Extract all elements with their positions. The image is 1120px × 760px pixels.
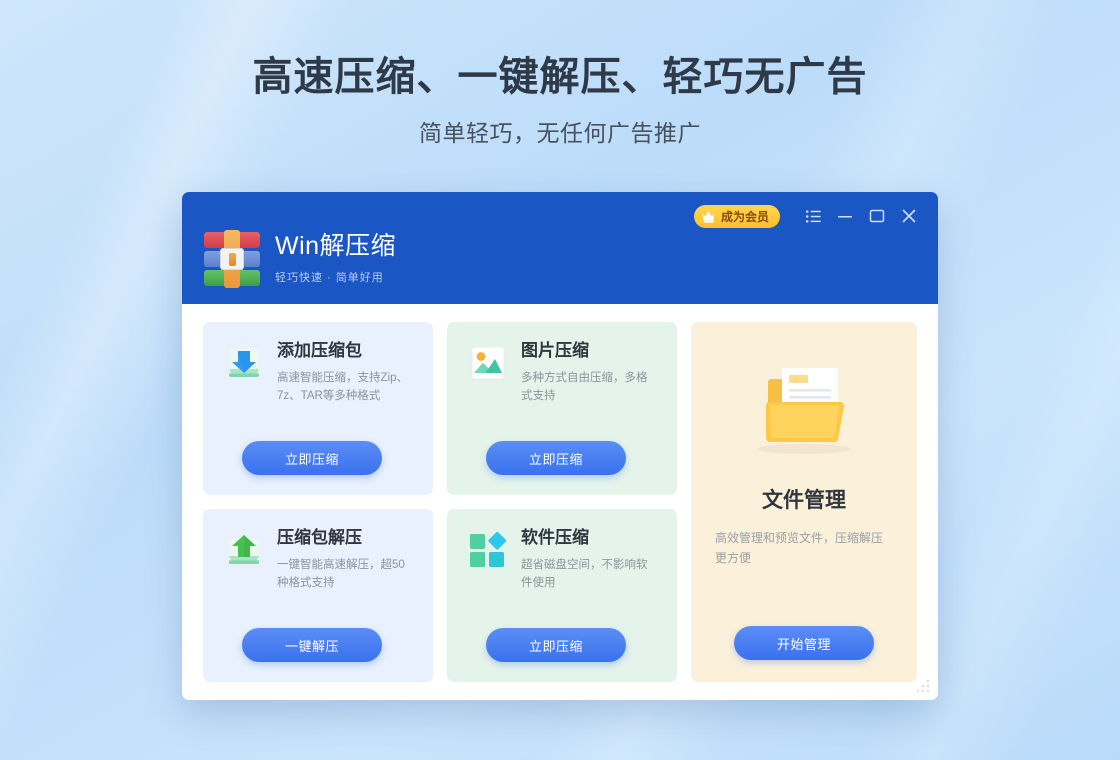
panel-file-management[interactable]: 文件管理 高效管理和预览文件，压缩解压更方便 开始管理: [691, 322, 917, 682]
close-button[interactable]: [896, 204, 922, 228]
extract-now-button[interactable]: 一键解压: [242, 628, 382, 662]
card-title: 图片压缩: [521, 341, 589, 360]
picture-icon: [467, 342, 509, 384]
card-software-compress[interactable]: 软件压缩 超省磁盘空间，不影响软件使用 立即压缩: [447, 509, 677, 682]
app-name: Win解压缩: [275, 231, 397, 260]
maximize-button[interactable]: [864, 204, 890, 228]
become-member-label: 成为会员: [720, 209, 769, 224]
crown-icon: [702, 210, 715, 223]
window-controls: 成为会员: [693, 204, 922, 228]
brand: Win解压缩 轻巧快速 · 简单好用: [203, 230, 396, 288]
application-window: Win解压缩 轻巧快速 · 简单好用 成为会员 添加压缩包 高速智能压缩，支持Z…: [182, 192, 938, 700]
window-titlebar[interactable]: Win解压缩 轻巧快速 · 简单好用 成为会员: [182, 192, 938, 304]
compress-now-button[interactable]: 立即压缩: [486, 628, 626, 662]
squares-diamond-icon: [467, 529, 509, 571]
card-description: 多种方式自由压缩，多格式支持: [521, 371, 648, 402]
maximize-icon: [869, 209, 885, 223]
window-content: 添加压缩包 高速智能压缩，支持Zip、7z、TAR等多种格式 立即压缩 图片压缩…: [182, 304, 938, 700]
card-extract-archive[interactable]: 压缩包解压 一键智能高速解压，超50种格式支持 一键解压: [203, 509, 433, 682]
feature-card-grid: 添加压缩包 高速智能压缩，支持Zip、7z、TAR等多种格式 立即压缩 图片压缩…: [203, 322, 677, 682]
card-description: 一键智能高速解压，超50种格式支持: [277, 558, 405, 589]
archive-upload-icon: [223, 529, 265, 571]
panel-description: 高效管理和预览文件，压缩解压更方便: [715, 531, 884, 566]
close-icon: [902, 209, 916, 223]
archive-download-icon: [223, 342, 265, 384]
page-title: 高速压缩、一键解压、轻巧无广告: [252, 55, 868, 99]
start-management-button[interactable]: 开始管理: [734, 626, 874, 660]
panel-title: 文件管理: [762, 489, 846, 512]
minimize-icon: [838, 215, 852, 217]
card-image-compress[interactable]: 图片压缩 多种方式自由压缩，多格式支持 立即压缩: [447, 322, 677, 495]
card-add-archive[interactable]: 添加压缩包 高速智能压缩，支持Zip、7z、TAR等多种格式 立即压缩: [203, 322, 433, 495]
folder-document-icon: [745, 358, 863, 462]
page-subtitle: 简单轻巧，无任何广告推广: [419, 120, 701, 146]
compress-now-button[interactable]: 立即压缩: [486, 441, 626, 475]
app-slogan: 轻巧快速 · 简单好用: [275, 271, 384, 284]
hero-section: 高速压缩、一键解压、轻巧无广告 简单轻巧，无任何广告推广: [0, 52, 1120, 148]
card-description: 超省磁盘空间，不影响软件使用: [521, 558, 648, 589]
list-menu-icon: [805, 210, 821, 222]
resize-grip-icon[interactable]: [917, 680, 931, 694]
card-title: 压缩包解压: [277, 528, 362, 547]
compress-now-button[interactable]: 立即压缩: [242, 441, 382, 475]
card-title: 软件压缩: [521, 528, 589, 547]
card-description: 高速智能压缩，支持Zip、7z、TAR等多种格式: [277, 371, 408, 402]
menu-button[interactable]: [800, 204, 826, 228]
card-title: 添加压缩包: [277, 341, 362, 360]
winrar-books-icon: [203, 230, 261, 288]
become-member-button[interactable]: 成为会员: [693, 204, 780, 228]
minimize-button[interactable]: [832, 204, 858, 228]
